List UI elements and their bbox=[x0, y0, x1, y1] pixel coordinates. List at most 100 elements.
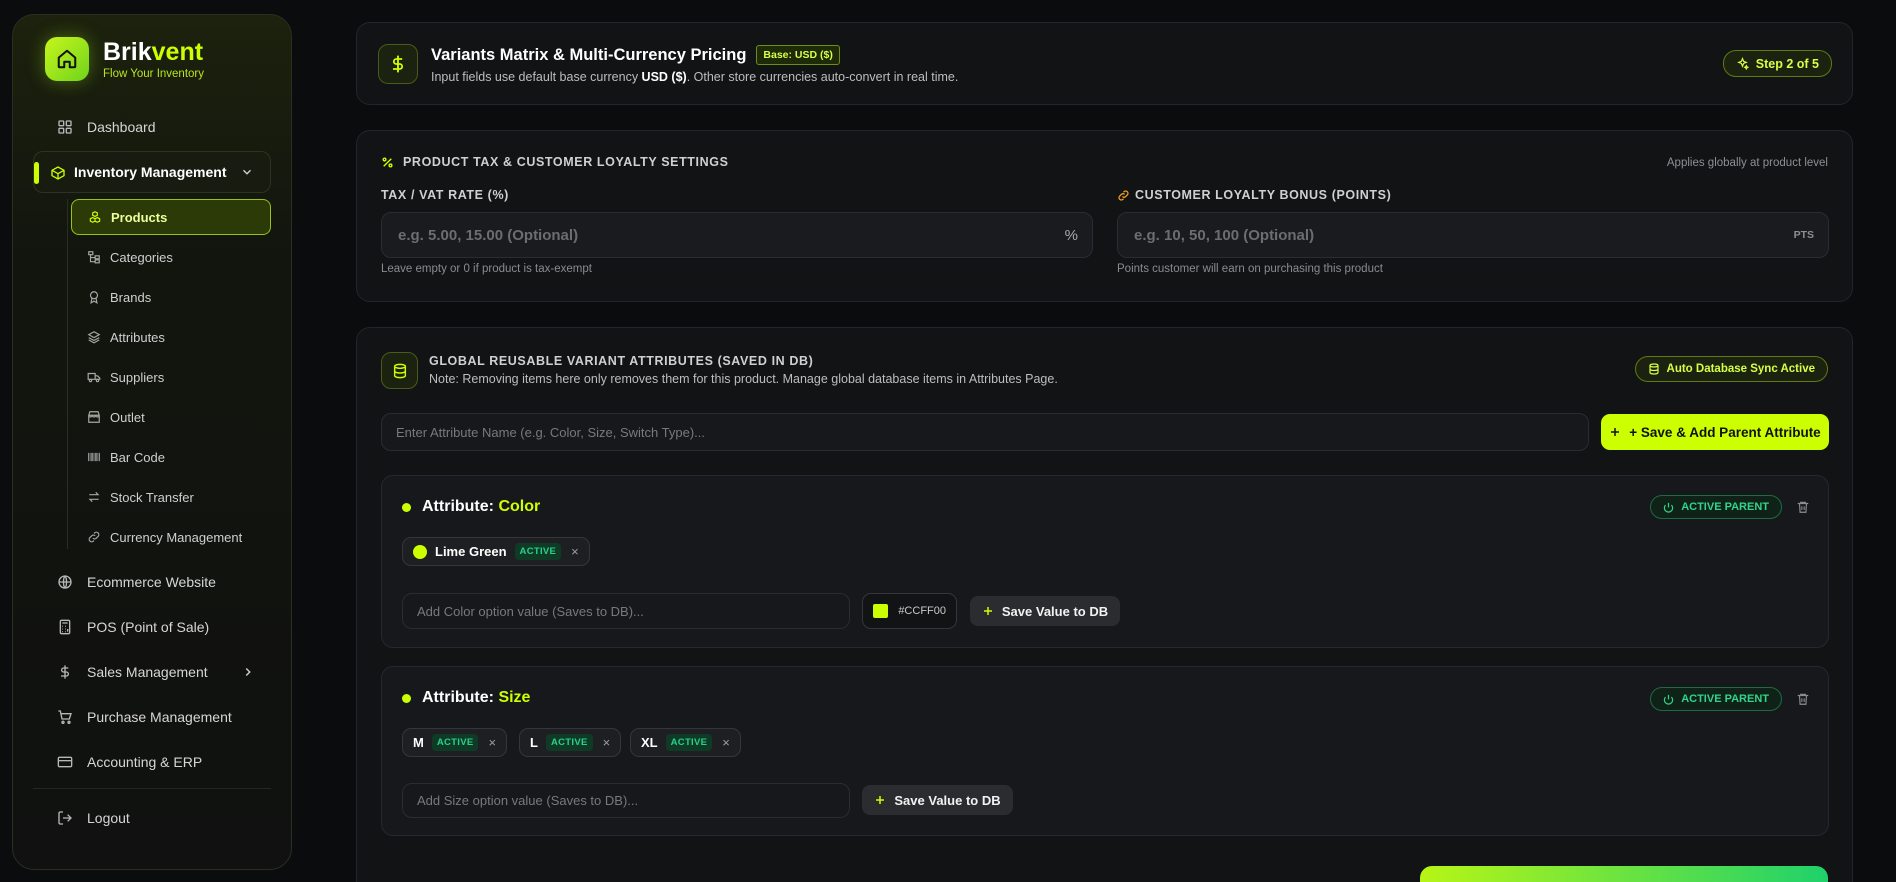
dollar-icon bbox=[61, 664, 69, 679]
chip-label: L bbox=[530, 735, 538, 750]
grid-icon bbox=[58, 120, 72, 134]
sync-label: Auto Database Sync Active bbox=[1666, 363, 1815, 375]
logout-icon bbox=[58, 810, 72, 825]
color-option-input[interactable]: Add Color option value (Saves to DB)... bbox=[402, 593, 850, 629]
tax-rate-input[interactable]: e.g. 5.00, 15.00 (Optional) % bbox=[381, 212, 1093, 258]
brand-name: Brikvent bbox=[103, 37, 204, 66]
trash-icon[interactable] bbox=[1796, 500, 1810, 514]
page-subtitle: Input fields use default base currency U… bbox=[431, 70, 959, 84]
chip-label: XL bbox=[641, 735, 658, 750]
sidebar-item-sales-management[interactable]: Sales Management bbox=[33, 649, 271, 694]
sidebar-item-brands[interactable]: Brands bbox=[71, 279, 271, 315]
loyalty-points-input[interactable]: e.g. 10, 50, 100 (Optional) PTS bbox=[1117, 212, 1829, 258]
toggle-label: ACTIVE PARENT bbox=[1681, 693, 1769, 705]
sidebar-item-pos[interactable]: POS (Point of Sale) bbox=[33, 604, 271, 649]
value-chip[interactable]: Lime Green ACTIVE × bbox=[402, 537, 590, 566]
sidebar-item-stock-transfer[interactable]: Stock Transfer bbox=[71, 479, 271, 515]
attribute-card-color: Attribute: Color ACTIVE PARENT Lime Gree… bbox=[381, 475, 1829, 648]
chevron-down-icon bbox=[243, 169, 251, 175]
brand[interactable]: Brikvent Flow Your Inventory bbox=[45, 37, 271, 81]
remove-icon[interactable]: × bbox=[603, 735, 611, 750]
sidebar-item-label: Ecommerce Website bbox=[87, 573, 216, 590]
sidebar-item-label: Brands bbox=[110, 289, 152, 305]
value-chip[interactable]: L ACTIVE × bbox=[519, 728, 622, 757]
percent-icon bbox=[382, 156, 393, 168]
section-title: PRODUCT TAX & CUSTOMER LOYALTY SETTINGS bbox=[403, 155, 729, 169]
globe-icon bbox=[58, 574, 72, 589]
status-badge: ACTIVE bbox=[514, 543, 562, 560]
transfer-icon bbox=[88, 491, 100, 503]
sidebar-item-label: Sales Management bbox=[87, 663, 208, 680]
remove-icon[interactable]: × bbox=[571, 544, 579, 559]
loyalty-help: Points customer will earn on purchasing … bbox=[1117, 263, 1383, 275]
toggle-label: ACTIVE PARENT bbox=[1681, 501, 1769, 513]
pricing-header-card: Variants Matrix & Multi-Currency Pricing… bbox=[356, 22, 1853, 105]
sidebar-item-products[interactable]: Products bbox=[71, 199, 271, 235]
save-value-button[interactable]: Save Value to DB bbox=[970, 596, 1120, 626]
sidebar-item-label: POS (Point of Sale) bbox=[87, 618, 210, 635]
link-icon bbox=[88, 531, 100, 543]
status-dot bbox=[402, 502, 411, 512]
points-suffix: PTS bbox=[1793, 229, 1814, 241]
button-label: Save Value to DB bbox=[1001, 603, 1109, 619]
remove-icon[interactable]: × bbox=[722, 735, 730, 750]
hierarchy-icon bbox=[88, 251, 100, 264]
tax-rate-help: Leave empty or 0 if product is tax-exemp… bbox=[381, 263, 592, 275]
lower-nav: Ecommerce Website POS (Point of Sale) Sa… bbox=[33, 559, 271, 840]
award-icon bbox=[89, 291, 99, 304]
tax-loyalty-card: PRODUCT TAX & CUSTOMER LOYALTY SETTINGS … bbox=[356, 130, 1853, 302]
power-icon bbox=[1663, 694, 1674, 705]
loyalty-label: CUSTOMER LOYALTY BONUS (POINTS) bbox=[1135, 188, 1392, 202]
save-value-button[interactable]: Save Value to DB bbox=[862, 785, 1013, 815]
chip-label: Lime Green bbox=[435, 544, 507, 559]
remove-icon[interactable]: × bbox=[488, 735, 496, 750]
trash-icon[interactable] bbox=[1796, 692, 1810, 706]
box-icon bbox=[51, 166, 65, 180]
sync-status-badge: Auto Database Sync Active bbox=[1634, 356, 1828, 382]
variant-attributes-card: GLOBAL REUSABLE VARIANT ATTRIBUTES (SAVE… bbox=[356, 327, 1853, 882]
value-chip[interactable]: M ACTIVE × bbox=[402, 728, 508, 757]
sidebar-item-ecommerce-website[interactable]: Ecommerce Website bbox=[33, 559, 271, 604]
plus-icon bbox=[876, 796, 885, 804]
sidebar-item-label: Accounting & ERP bbox=[87, 753, 203, 770]
sidebar-item-inventory-management[interactable]: Inventory Management bbox=[33, 151, 271, 193]
sidebar-item-label: Bar Code bbox=[110, 449, 165, 465]
color-picker[interactable]: #CCFF00 bbox=[862, 593, 957, 629]
sidebar-item-accounting-erp[interactable]: Accounting & ERP bbox=[33, 739, 271, 784]
attribute-title: Attribute: Color bbox=[402, 498, 540, 516]
value-chip[interactable]: XL ACTIVE × bbox=[630, 728, 741, 757]
divider bbox=[33, 788, 271, 789]
plus-icon bbox=[1611, 428, 1620, 436]
logout-button[interactable]: Logout bbox=[33, 795, 271, 840]
sidebar-item-suppliers[interactable]: Suppliers bbox=[71, 359, 271, 395]
sidebar-item-categories[interactable]: Categories bbox=[71, 239, 271, 275]
home-icon bbox=[45, 37, 89, 81]
active-parent-toggle[interactable]: ACTIVE PARENT bbox=[1650, 495, 1782, 519]
inventory-subnav: Products Categories Brands Attributes Su… bbox=[33, 199, 271, 555]
store-icon bbox=[88, 411, 100, 423]
cart-icon bbox=[58, 709, 72, 724]
sidebar-item-attributes[interactable]: Attributes bbox=[71, 319, 271, 355]
sidebar-item-bar-code[interactable]: Bar Code bbox=[71, 439, 271, 475]
active-indicator bbox=[34, 162, 39, 184]
color-swatch bbox=[873, 604, 889, 618]
scope-note: Applies globally at product level bbox=[1666, 157, 1828, 169]
sidebar-item-label: Purchase Management bbox=[87, 708, 232, 725]
sidebar-item-label: Dashboard bbox=[87, 119, 156, 135]
button-label: + Save & Add Parent Attribute bbox=[1629, 424, 1821, 440]
truck-icon bbox=[87, 372, 101, 383]
size-option-input[interactable]: Add Size option value (Saves to DB)... bbox=[402, 783, 850, 818]
sidebar-item-outlet[interactable]: Outlet bbox=[71, 399, 271, 435]
status-badge: ACTIVE bbox=[545, 734, 593, 751]
database-icon bbox=[381, 352, 418, 389]
add-parent-attribute-button[interactable]: + Save & Add Parent Attribute bbox=[1601, 414, 1829, 450]
sidebar-item-currency-management[interactable]: Currency Management bbox=[71, 519, 271, 555]
active-parent-toggle[interactable]: ACTIVE PARENT bbox=[1650, 687, 1782, 711]
continue-button[interactable] bbox=[1420, 866, 1828, 882]
database-icon bbox=[1648, 363, 1659, 375]
attribute-name-input[interactable]: Enter Attribute Name (e.g. Color, Size, … bbox=[381, 413, 1589, 451]
main-nav: Dashboard Inventory Management Products … bbox=[33, 107, 271, 840]
sidebar-item-dashboard[interactable]: Dashboard bbox=[33, 107, 271, 147]
calculator-icon bbox=[59, 619, 71, 634]
sidebar-item-purchase-management[interactable]: Purchase Management bbox=[33, 694, 271, 739]
